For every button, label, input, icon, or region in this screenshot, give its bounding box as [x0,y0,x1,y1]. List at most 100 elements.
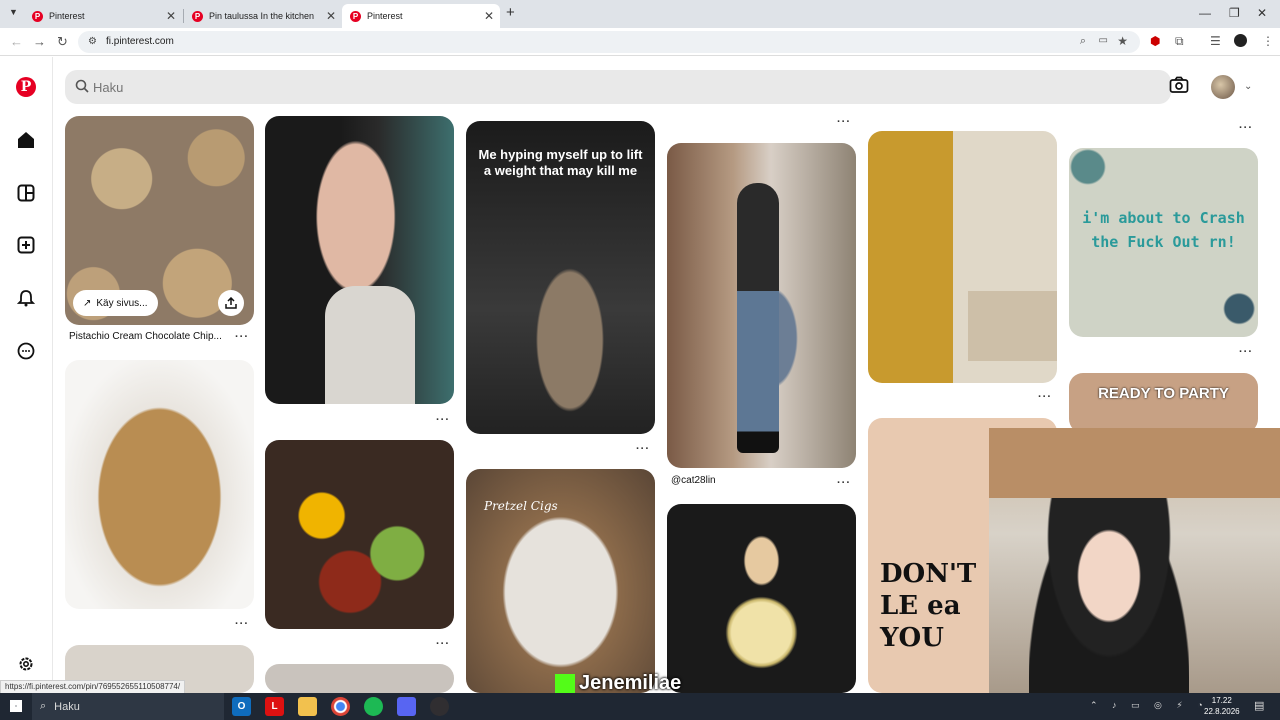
more-options-icon[interactable]: ··· [436,414,450,426]
home-icon[interactable] [16,130,36,150]
webcam-overlay [989,428,1280,693]
meme-caption: Me hyping myself up to lift a weight tha… [478,147,643,178]
tab-title: Pinterest [367,11,403,21]
close-window-icon[interactable]: ✕ [1257,6,1267,20]
pin-street-fashion[interactable] [667,143,856,468]
side-panel-icon[interactable]: ☰ [1210,34,1221,48]
tab-pinterest-active[interactable]: P Pinterest ✕ [342,4,500,28]
install-app-icon[interactable]: ▭ [1099,35,1108,46]
browser-tab-bar: ▼ P Pinterest ✕ P Pin taulussa In the ki… [0,0,1280,28]
messages-icon[interactable] [16,341,36,361]
tab-title: Pin taulussa In the kitchen [209,11,315,21]
search-bar[interactable] [65,70,1189,104]
more-options-icon[interactable]: ··· [1038,391,1052,403]
forward-icon[interactable]: → [33,34,46,49]
back-icon[interactable]: ← [10,34,23,49]
adblock-extension-icon[interactable]: ⬢ [1150,34,1160,48]
chrome-icon[interactable] [331,697,350,716]
profile-icon[interactable] [1234,34,1247,47]
kick-logo-icon [555,673,575,694]
account-chevron-down-icon[interactable]: ⌄ [1244,81,1252,92]
more-options-icon[interactable]: ··· [837,477,851,489]
more-options-icon[interactable]: ··· [636,443,650,455]
address-bar-row: ← → ↻ ⚙ fi.pinterest.com ⌕ ▭ ★ ⬢ ⧉ ☰ ⋮ [0,28,1280,56]
pin-crash-out[interactable]: i'm about to Crash the Fuck Out rn! [1069,148,1258,337]
dont-let-text: DON'T LE ea YOU [880,559,977,653]
tab-title: Pinterest [49,11,85,21]
share-icon[interactable] [218,290,244,316]
windows-start-icon[interactable] [10,700,22,712]
visit-site-label: Käy sivus... [96,297,148,309]
zoom-icon[interactable]: ⌕ [1080,35,1086,48]
windows-taskbar: ⌕ Haku O L ⌃ ♪ ▭ ◎ ⚡ ◔ 17.22 22.8.2026 ▤ [0,693,1280,720]
tab-pin-board[interactable]: P Pin taulussa In the kitchen ✕ [184,4,342,28]
tray-icons[interactable]: ⌃ ♪ ▭ ◎ ⚡ ◔ [1090,700,1209,711]
outlook-icon[interactable]: O [232,697,251,716]
pinterest-favicon-icon: P [350,10,361,22]
more-options-icon[interactable]: ··· [837,116,851,128]
pin-gold-room[interactable] [868,131,1057,383]
close-tab-icon[interactable]: ✕ [326,9,336,23]
more-options-icon[interactable]: ··· [1239,346,1253,358]
new-tab-icon[interactable]: + [506,4,515,21]
tab-list-chevron-icon[interactable]: ▼ [9,7,18,17]
obs-icon[interactable] [430,697,449,716]
visit-site-button[interactable]: ↗ Käy sivus... [73,290,158,316]
pin-portrait[interactable] [265,116,454,404]
notification-center-icon[interactable]: ▤ [1254,699,1264,712]
taskbar-clock[interactable]: 17.22 22.8.2026 [1204,695,1240,717]
streamer-name: Jenemiliae [579,672,682,694]
streamer-figure [1029,498,1189,693]
notifications-bell-icon[interactable] [16,288,36,308]
pin-title[interactable]: Pistachio Cream Chocolate Chip... [69,331,222,342]
pin-cookies[interactable]: ↗ Käy sivus... [65,116,254,325]
tab-pinterest-1[interactable]: P Pinterest ✕ [24,4,182,28]
pin-gym-meme[interactable]: Me hyping myself up to lift a weight tha… [466,121,655,434]
visual-search-camera-icon[interactable] [1169,76,1189,99]
pin-crystal-ball[interactable] [667,504,856,693]
taskbar-search[interactable]: ⌕ Haku [32,693,224,720]
close-tab-icon[interactable]: ✕ [166,9,176,23]
explore-icon[interactable] [16,183,36,203]
pin-pasta[interactable] [65,360,254,609]
pin-ready-to-party[interactable]: READY TO PARTY [1069,373,1258,433]
more-options-icon[interactable]: ··· [436,638,450,650]
browser-menu-icon[interactable]: ⋮ [1262,34,1274,48]
arrow-up-right-icon: ↗ [83,297,92,309]
spotify-icon[interactable] [364,697,383,716]
pin-toast[interactable] [265,440,454,629]
file-explorer-icon[interactable] [298,697,317,716]
pinterest-sidebar: P [0,57,53,693]
discord-icon[interactable] [397,697,416,716]
more-options-icon[interactable]: ··· [235,618,249,630]
reload-icon[interactable]: ↻ [57,34,68,50]
clock-date: 22.8.2026 [1204,707,1240,716]
close-tab-icon[interactable]: ✕ [484,9,494,23]
pinterest-logo-icon[interactable]: P [16,77,36,97]
pin-partial-col2[interactable] [265,664,454,693]
crash-caption: i'm about to Crash the Fuck Out rn! [1082,209,1245,251]
more-options-icon[interactable]: ··· [235,331,249,343]
more-options-icon[interactable]: ··· [1239,122,1253,134]
status-url: https://fi.pinterest.com/pin/76955265511… [0,680,186,694]
pin-pretzel-cigs[interactable]: Pretzel Cigs [466,469,655,693]
pin-user[interactable]: @cat28lin [671,475,716,486]
user-avatar[interactable] [1211,75,1235,99]
settings-gear-icon[interactable] [16,654,36,674]
l-app-icon[interactable]: L [265,697,284,716]
extensions-icon[interactable]: ⧉ [1175,34,1184,49]
taskbar-search-icon: ⌕ [40,700,47,712]
search-input[interactable] [93,75,1113,99]
site-info-icon[interactable]: ⚙ [88,36,97,47]
url-text[interactable]: fi.pinterest.com [106,36,174,47]
taskbar-search-label: Haku [54,700,80,713]
kitchen-cabinets [989,428,1280,498]
minimize-icon[interactable]: — [1199,6,1211,20]
pinterest-favicon-icon: P [192,10,203,22]
pinterest-favicon-icon: P [32,10,43,22]
create-icon[interactable] [16,235,36,255]
bed-shape [968,291,1057,361]
bookmark-star-icon[interactable]: ★ [1117,34,1128,48]
omnibox[interactable]: ⚙ fi.pinterest.com ⌕ ▭ ★ [78,31,1140,53]
restore-icon[interactable]: ❐ [1229,6,1240,20]
